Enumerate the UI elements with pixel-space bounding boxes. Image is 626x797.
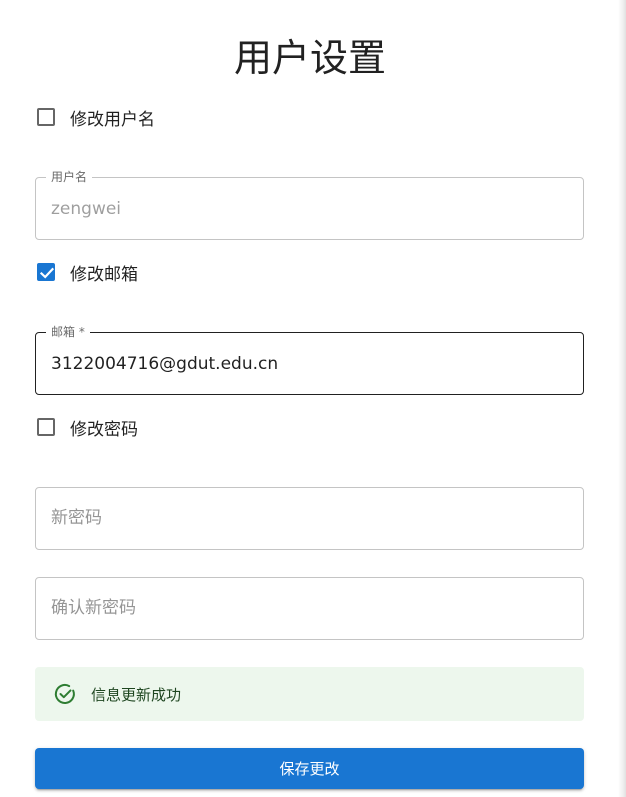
new-password-placeholder: 新密码 <box>51 508 102 528</box>
email-field[interactable]: 邮箱 * 3122004716@gdut.edu.cn <box>35 325 584 395</box>
username-field: 用户名 zengwei <box>35 170 584 240</box>
confirm-password-field[interactable]: 确认新密码 <box>35 577 584 640</box>
alert-message: 信息更新成功 <box>91 685 182 704</box>
checkmark-icon <box>39 267 55 279</box>
change-username-label: 修改用户名 <box>70 109 155 130</box>
change-username-toggle[interactable]: 修改用户名 <box>35 105 155 130</box>
change-password-checkbox[interactable] <box>37 418 55 436</box>
change-username-checkbox[interactable] <box>37 108 55 126</box>
change-email-label: 修改邮箱 <box>70 264 138 285</box>
change-password-toggle[interactable]: 修改密码 <box>35 415 138 440</box>
save-changes-button[interactable]: 保存更改 <box>35 748 584 789</box>
username-field-label: 用户名 <box>46 170 93 184</box>
change-password-label: 修改密码 <box>70 419 138 440</box>
page-title: 用户设置 <box>233 36 386 80</box>
change-email-checkbox[interactable] <box>37 263 55 281</box>
page-edge-shadow <box>618 0 626 797</box>
confirm-password-placeholder: 确认新密码 <box>51 598 136 618</box>
check-circle-icon <box>54 683 75 704</box>
success-alert: 信息更新成功 <box>35 667 584 721</box>
email-field-value[interactable]: 3122004716@gdut.edu.cn <box>51 353 278 375</box>
email-field-label: 邮箱 * <box>46 325 90 339</box>
username-field-value: zengwei <box>51 199 122 219</box>
new-password-field[interactable]: 新密码 <box>35 487 584 550</box>
change-email-toggle[interactable]: 修改邮箱 <box>35 260 138 285</box>
